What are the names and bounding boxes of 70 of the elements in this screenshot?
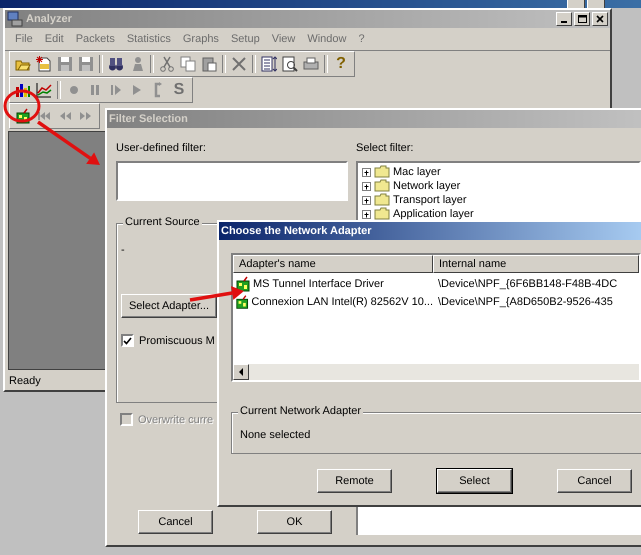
list-row[interactable]: Connexion LAN Intel(R) 82562V 10... \Device\NPF_{A8D650B2-9526-435: [233, 293, 639, 311]
tree-item[interactable]: Application layer: [393, 208, 474, 220]
cancel-button[interactable]: Cancel: [138, 510, 213, 534]
network-card-icon: [15, 108, 31, 124]
window-title: Choose the Network Adapter: [221, 225, 373, 237]
window-button[interactable]: [567, 0, 585, 8]
list-icon: [261, 56, 277, 72]
binoculars-icon: [108, 56, 124, 72]
bar-chart-icon: [15, 82, 31, 98]
line-chart-icon: [36, 82, 52, 98]
tree-item[interactable]: Network layer: [393, 180, 460, 192]
internal-name: \Device\NPF_{A8D650B2-9526-435: [437, 296, 613, 308]
expand-icon[interactable]: [362, 168, 371, 176]
window-button[interactable]: [587, 0, 605, 8]
printer-icon: [303, 56, 319, 72]
network-computer-icon: [7, 11, 23, 27]
current-adapter-value: None selected: [240, 429, 310, 441]
dialog-button[interactable]: Select: [437, 469, 512, 493]
select-adapter-button[interactable]: Select Adapter...: [121, 294, 217, 318]
left-arrow-icon: [238, 368, 244, 376]
folder-icon: [374, 178, 390, 194]
folder-icon: [374, 206, 390, 222]
ok-button[interactable]: OK: [257, 510, 332, 534]
horizontal-scrollbar[interactable]: [233, 364, 639, 380]
close-icon: [596, 15, 604, 23]
clipboard-icon: [201, 56, 217, 72]
dialog-button[interactable]: Cancel: [557, 469, 632, 493]
annotation-arrow: [37, 120, 100, 165]
group-title: Current Source: [123, 216, 202, 228]
scroll-left-button[interactable]: [233, 364, 249, 380]
checkbox-label: Overwrite curre: [138, 414, 214, 426]
field-label: Select filter:: [356, 142, 414, 156]
scissors-icon: [159, 56, 175, 72]
maximize-icon: [578, 15, 586, 23]
minimize-button[interactable]: [556, 12, 572, 26]
expand-icon[interactable]: [362, 182, 371, 190]
folder-icon: [374, 164, 390, 180]
checkbox-label: Promiscuous M: [139, 334, 215, 346]
annotation-arrow: [190, 286, 244, 302]
toolbar-button[interactable]: ?: [331, 53, 351, 75]
source-value: -: [121, 244, 125, 256]
new-document-icon: [36, 56, 52, 72]
tree-item[interactable]: Transport layer: [393, 194, 467, 206]
floppy-icon: [78, 56, 94, 72]
internal-name: \Device\NPF_{6F6BB148-F48B-4DC: [437, 278, 618, 290]
floppy-icon: [57, 56, 73, 72]
cross-icon: [231, 56, 247, 72]
tree-item[interactable]: Mac layer: [393, 166, 441, 178]
window-title: Filter Selection: [109, 113, 189, 125]
expand-icon[interactable]: [362, 196, 371, 204]
folder-icon: [374, 192, 390, 208]
window-title: Analyzer: [26, 13, 73, 25]
field-label: User-defined filter:: [116, 142, 207, 156]
checkmark-icon: [123, 336, 132, 344]
column-header[interactable]: Internal name: [433, 255, 639, 273]
adapter-name: Connexion LAN Intel(R) 82562V 10...: [251, 296, 433, 308]
copy-icon: [180, 56, 196, 72]
adapter-name: MS Tunnel Interface Driver: [253, 278, 384, 290]
column-header[interactable]: Adapter's name: [233, 255, 433, 273]
filter-input-field[interactable]: [116, 161, 348, 201]
magnifier-page-icon: [282, 56, 298, 72]
network-card-icon: [235, 294, 250, 310]
group-title: Current Network Adapter: [238, 405, 364, 417]
expand-icon[interactable]: [362, 210, 371, 218]
status-text: Ready: [9, 375, 41, 387]
maximize-button[interactable]: [574, 12, 590, 26]
checkbox[interactable]: [121, 334, 134, 347]
dialog-button[interactable]: Remote: [317, 469, 392, 493]
close-button[interactable]: [592, 12, 608, 26]
annotation-circle: [4, 90, 40, 122]
